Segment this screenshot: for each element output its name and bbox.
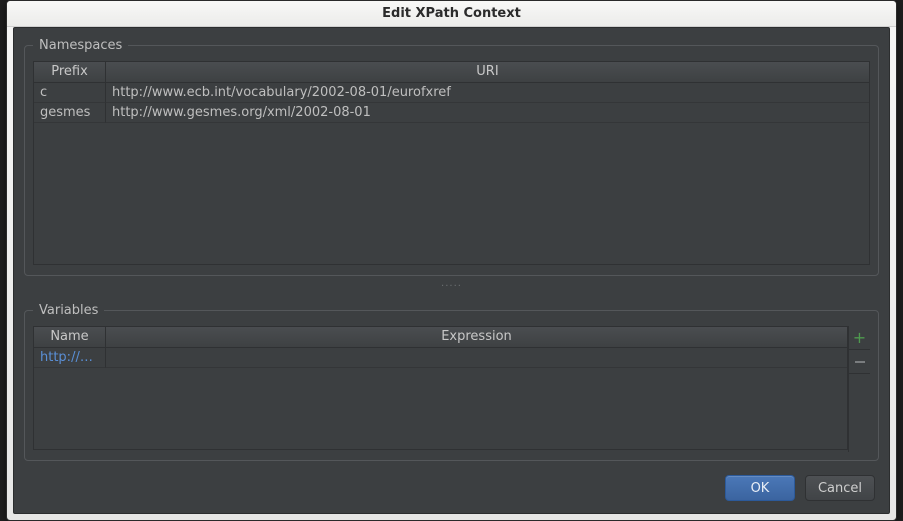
variables-wrap: Name Expression http://… + <box>33 326 870 452</box>
plus-icon: + <box>853 328 866 347</box>
variables-legend: Variables <box>33 303 104 318</box>
variables-tbody: http://… <box>34 348 847 449</box>
dialog-window: Edit XPath Context Namespaces Prefix URI… <box>6 0 897 521</box>
dialog-title: Edit XPath Context <box>7 1 896 27</box>
namespaces-cell-prefix[interactable]: c <box>34 83 106 103</box>
namespaces-legend: Namespaces <box>33 38 128 53</box>
variables-col-name[interactable]: Name <box>34 327 106 347</box>
namespaces-cell-uri[interactable]: http://www.ecb.int/vocabulary/2002-08-01… <box>106 83 869 103</box>
namespaces-table[interactable]: Prefix URI c http://www.ecb.int/vocabula… <box>33 61 870 265</box>
table-row[interactable]: http://… <box>34 348 847 368</box>
variables-side-buttons: + <box>848 326 870 452</box>
namespaces-col-prefix[interactable]: Prefix <box>34 62 106 82</box>
namespaces-group: Namespaces Prefix URI c http://www.ecb.i… <box>24 38 879 276</box>
variables-cell-expression[interactable] <box>106 348 847 368</box>
split-grip[interactable]: ····· <box>14 280 889 293</box>
variable-name-link[interactable]: http://… <box>40 350 93 365</box>
table-row[interactable]: c http://www.ecb.int/vocabulary/2002-08-… <box>34 83 869 103</box>
add-variable-button[interactable]: + <box>849 326 870 350</box>
remove-variable-button[interactable] <box>849 350 870 374</box>
cancel-button[interactable]: Cancel <box>805 475 875 501</box>
dialog-body: Namespaces Prefix URI c http://www.ecb.i… <box>13 27 890 514</box>
namespaces-cell-uri[interactable]: http://www.gesmes.org/xml/2002-08-01 <box>106 103 869 123</box>
namespaces-header-row: Prefix URI <box>34 62 869 83</box>
variables-col-expression[interactable]: Expression <box>106 327 847 347</box>
namespaces-col-uri[interactable]: URI <box>106 62 869 82</box>
ok-button[interactable]: OK <box>725 475 795 501</box>
namespaces-cell-prefix[interactable]: gesmes <box>34 103 106 123</box>
variables-table[interactable]: Name Expression http://… <box>33 326 848 450</box>
minus-icon <box>855 361 865 363</box>
dialog-button-bar: OK Cancel <box>725 475 875 501</box>
variables-cell-name[interactable]: http://… <box>34 348 106 368</box>
variables-header-row: Name Expression <box>34 327 847 348</box>
variables-group: Variables Name Expression http://… <box>24 303 879 461</box>
table-row[interactable]: gesmes http://www.gesmes.org/xml/2002-08… <box>34 103 869 123</box>
namespaces-tbody: c http://www.ecb.int/vocabulary/2002-08-… <box>34 83 869 264</box>
